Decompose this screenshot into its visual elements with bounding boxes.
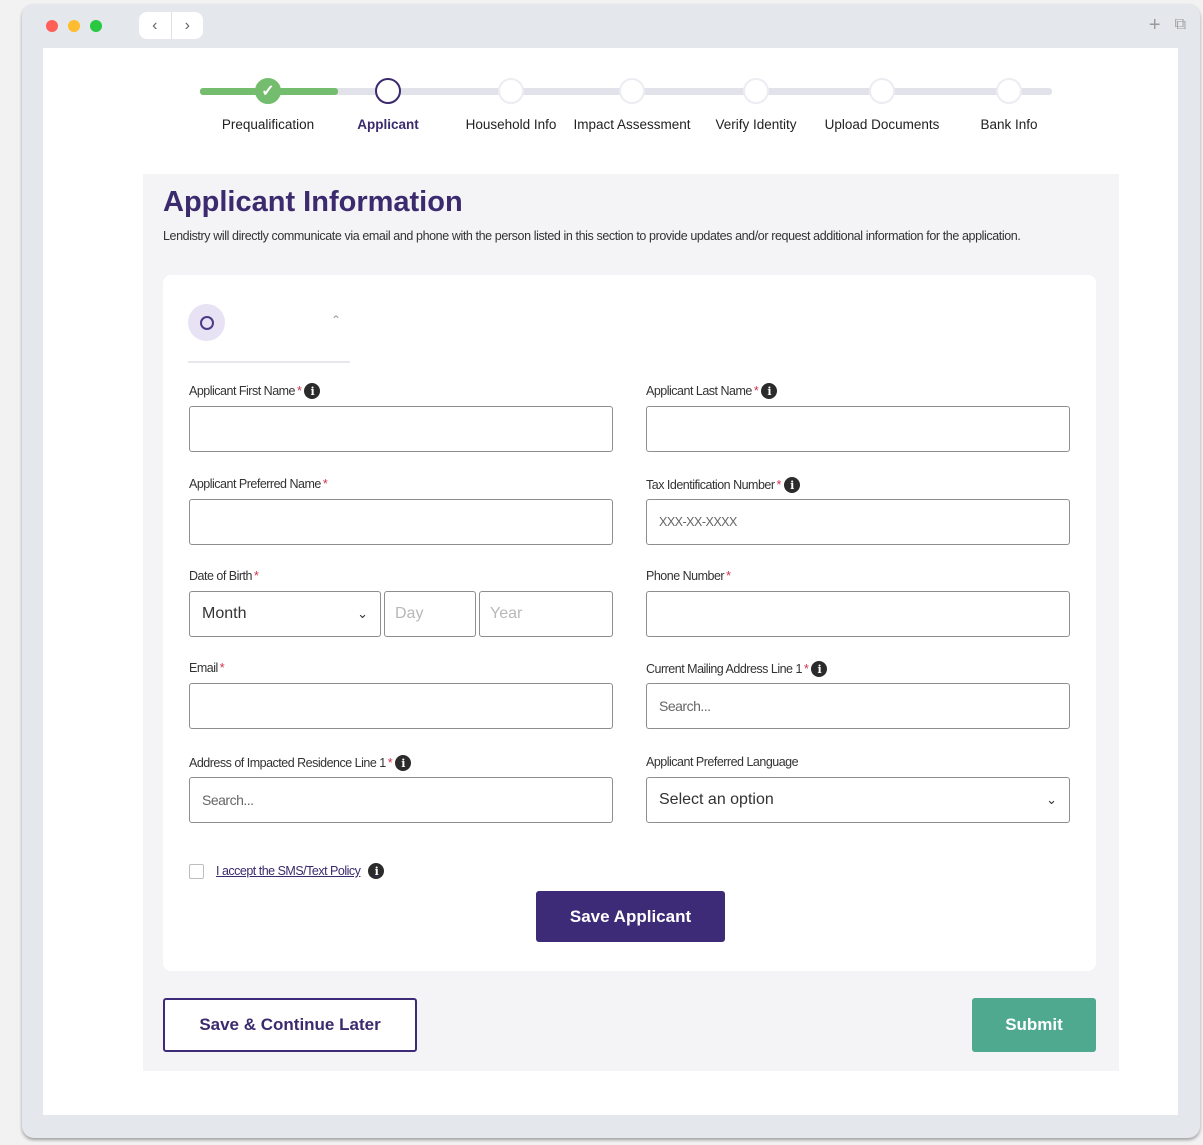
page-title: Applicant Information — [163, 186, 463, 218]
language-label-text: Applicant Preferred Language — [646, 755, 799, 769]
preferred-name-label: Applicant Preferred Name * — [189, 477, 328, 491]
step-label-prequalification[interactable]: Prequalification — [222, 117, 314, 132]
last-name-label-text: Applicant Last Name — [646, 384, 752, 398]
new-tab-icon[interactable]: + — [1149, 14, 1161, 37]
required-marker: * — [297, 384, 302, 398]
step-label-applicant[interactable]: Applicant — [357, 117, 419, 132]
sms-policy-text[interactable]: I accept the SMS/Text Policy — [216, 864, 361, 878]
impacted-address-label-text: Address of Impacted Residence Line 1 — [189, 756, 386, 770]
language-select[interactable]: Select an option ⌄ — [646, 777, 1070, 823]
info-icon[interactable]: i — [811, 661, 828, 677]
step-label-verify-identity[interactable]: Verify Identity — [715, 117, 796, 132]
email-label-text: Email — [189, 661, 218, 675]
maximize-window-button[interactable] — [90, 20, 102, 32]
progress-stepper: ✓ Prequalification Applicant Household I… — [43, 48, 1178, 148]
required-marker: * — [322, 477, 328, 491]
close-window-button[interactable] — [46, 20, 58, 32]
info-icon[interactable]: i — [368, 863, 385, 879]
preferred-name-input[interactable] — [189, 499, 613, 545]
sms-policy-link[interactable]: I accept the SMS/Text Policy i — [216, 863, 385, 879]
sms-policy-checkbox[interactable] — [189, 864, 204, 879]
dob-month-select[interactable]: Month ⌄ — [189, 591, 381, 637]
step-node-verify-identity[interactable] — [743, 78, 769, 104]
tabs-overview-icon[interactable]: ⧉ — [1175, 14, 1186, 37]
dob-label-text: Date of Birth — [189, 569, 252, 583]
step-node-upload-documents[interactable] — [869, 78, 895, 104]
remove-circle-icon — [199, 315, 214, 330]
chevron-down-icon: ⌄ — [1046, 792, 1057, 807]
step-label-household-info[interactable]: Household Info — [466, 117, 557, 132]
back-arrow-icon[interactable]: ‹ — [139, 12, 172, 39]
applicant-section: Applicant Information Lendistry will dir… — [143, 174, 1119, 1071]
save-continue-later-button[interactable]: Save & Continue Later — [163, 998, 417, 1052]
nav-buttons: ‹ › — [139, 12, 203, 39]
impacted-address-input[interactable]: Search... — [189, 777, 613, 823]
required-marker: * — [803, 662, 809, 676]
title-bar: ‹ › + ⧉ — [22, 4, 1200, 48]
chevron-down-icon: ⌄ — [357, 606, 368, 621]
browser-window: ‹ › + ⧉ ✓ Prequalification Applicant Hou… — [22, 4, 1200, 1138]
info-icon[interactable]: i — [395, 755, 412, 771]
tax-id-label-text: Tax Identification Number — [646, 478, 775, 492]
required-marker: * — [253, 569, 259, 583]
chevron-up-icon[interactable]: ⌃ — [331, 313, 341, 327]
mailing-address-label: Current Mailing Address Line 1 * i — [646, 661, 828, 677]
last-name-input[interactable] — [646, 406, 1070, 452]
first-name-input[interactable] — [189, 406, 613, 452]
required-marker: * — [387, 756, 393, 770]
phone-label-text: Phone Number — [646, 569, 725, 583]
phone-label: Phone Number * — [646, 569, 731, 583]
info-icon[interactable]: i — [783, 477, 800, 493]
page-content: ✓ Prequalification Applicant Household I… — [43, 48, 1178, 1115]
applicant-tab[interactable] — [188, 304, 225, 341]
applicant-card: ⌃ Applicant First Name * i Applicant Las… — [163, 275, 1096, 971]
step-node-impact-assessment[interactable] — [619, 78, 645, 104]
dob-year-input[interactable]: Year — [479, 591, 613, 637]
mailing-address-input[interactable]: Search... — [646, 683, 1070, 729]
language-label: Applicant Preferred Language — [646, 755, 799, 769]
dob-label: Date of Birth * — [189, 569, 259, 583]
required-marker: * — [753, 384, 759, 398]
dob-day-input[interactable]: Day — [384, 591, 476, 637]
step-label-upload-documents[interactable]: Upload Documents — [825, 117, 940, 132]
checkmark-icon: ✓ — [261, 83, 275, 100]
step-node-prequalification[interactable]: ✓ — [255, 78, 281, 104]
first-name-label-text: Applicant First Name — [189, 384, 296, 398]
section-description: Lendistry will directly communicate via … — [163, 229, 1021, 243]
phone-input[interactable] — [646, 591, 1070, 637]
submit-button[interactable]: Submit — [972, 998, 1096, 1052]
required-marker: * — [726, 569, 731, 583]
dob-month-value: Month — [202, 605, 247, 622]
step-label-impact-assessment[interactable]: Impact Assessment — [573, 117, 690, 132]
preferred-name-label-text: Applicant Preferred Name — [189, 477, 321, 491]
info-icon[interactable]: i — [304, 383, 321, 399]
mailing-address-label-text: Current Mailing Address Line 1 — [646, 662, 802, 676]
titlebar-actions: + ⧉ — [1149, 14, 1186, 37]
tax-id-input[interactable]: XXX-XX-XXXX — [646, 499, 1070, 545]
tax-id-label: Tax Identification Number * i — [646, 477, 800, 493]
save-applicant-button[interactable]: Save Applicant — [536, 891, 725, 942]
step-node-household-info[interactable] — [498, 78, 524, 104]
forward-arrow-icon[interactable]: › — [172, 12, 204, 39]
email-input[interactable] — [189, 683, 613, 729]
required-marker: * — [776, 478, 782, 492]
step-node-applicant[interactable] — [375, 78, 401, 104]
first-name-label: Applicant First Name * i — [189, 383, 321, 399]
email-label: Email * — [189, 661, 225, 675]
impacted-address-label: Address of Impacted Residence Line 1 * i — [189, 755, 412, 771]
tab-underline — [188, 361, 350, 363]
language-value: Select an option — [659, 791, 774, 808]
step-node-bank-info[interactable] — [996, 78, 1022, 104]
info-icon[interactable]: i — [761, 383, 778, 399]
required-marker: * — [219, 661, 225, 675]
last-name-label: Applicant Last Name * i — [646, 383, 778, 399]
minimize-window-button[interactable] — [68, 20, 80, 32]
step-label-bank-info[interactable]: Bank Info — [980, 117, 1037, 132]
